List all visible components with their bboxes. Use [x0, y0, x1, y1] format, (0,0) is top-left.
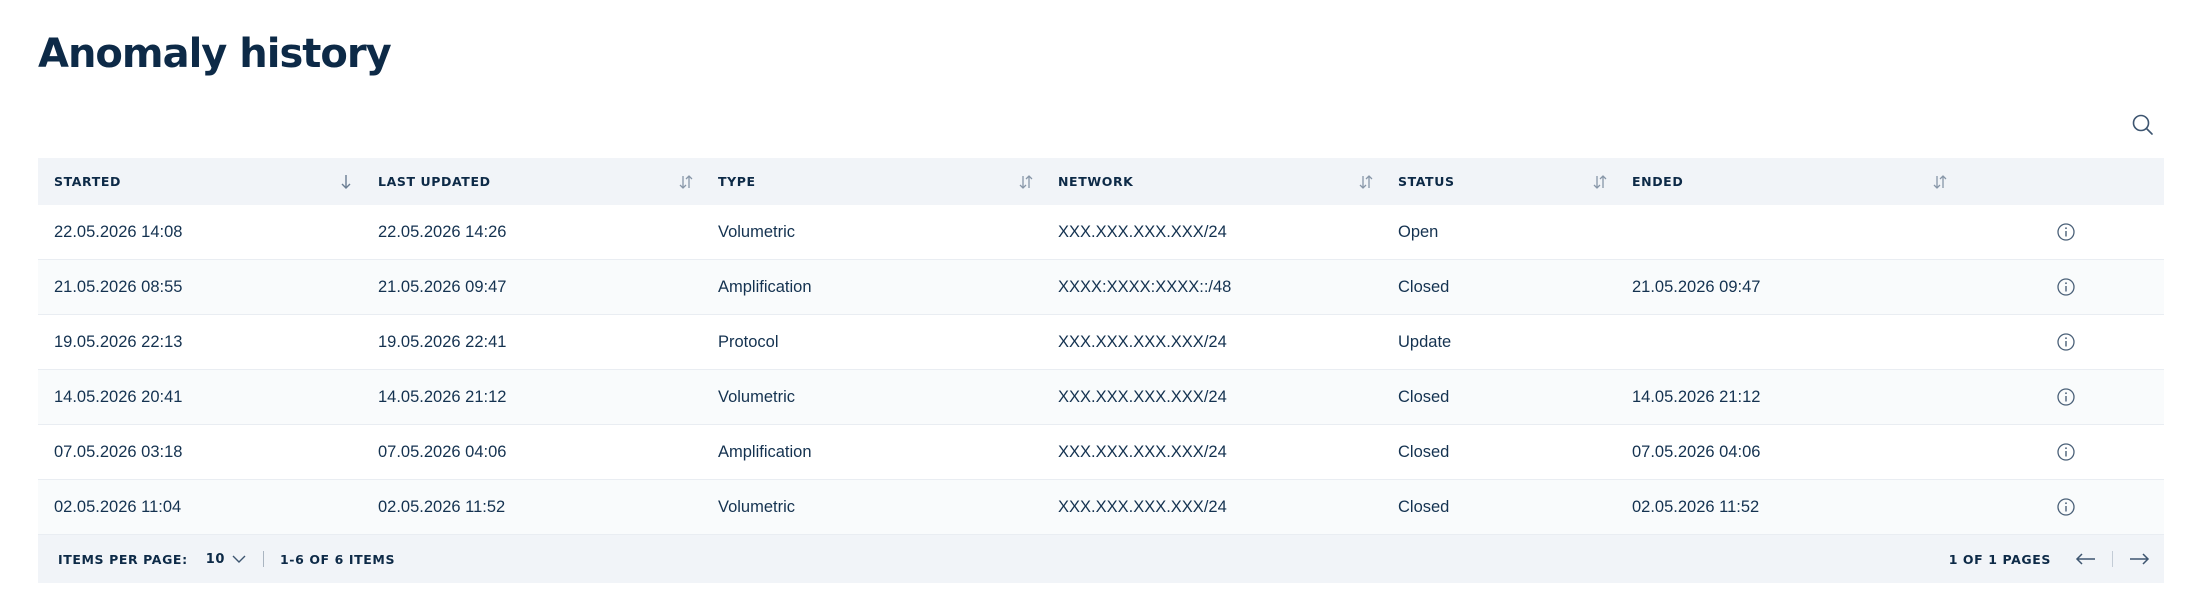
- page-info: 1 OF 1 PAGES: [1948, 551, 2051, 567]
- items-per-page-label: ITEMS PER PAGE:: [58, 551, 188, 567]
- column-header-type[interactable]: TYPE: [702, 158, 1042, 205]
- table-row[interactable]: 02.05.2026 11:04 02.05.2026 11:52 Volume…: [38, 480, 2164, 535]
- search-button[interactable]: [2128, 110, 2158, 140]
- cell-type: Amplification: [718, 442, 812, 461]
- cell-actions: [1956, 497, 2164, 517]
- chevron-down-icon: [232, 555, 246, 563]
- anomaly-history-page: Anomaly history STARTED LAST UPDATED TYP…: [0, 0, 2200, 610]
- cell-last-updated: 07.05.2026 04:06: [378, 442, 507, 461]
- cell-started: 21.05.2026 08:55: [54, 277, 183, 296]
- cell-actions: [1956, 442, 2164, 462]
- cell-network: XXX.XXX.XXX.XXX/24: [1058, 497, 1227, 516]
- cell-type: Volumetric: [718, 387, 796, 406]
- cell-actions: [1956, 387, 2164, 407]
- cell-actions: [1956, 277, 2164, 297]
- cell-network: XXX.XXX.XXX.XXX/24: [1058, 222, 1227, 241]
- cell-started: 19.05.2026 22:13: [54, 332, 183, 351]
- table-row[interactable]: 19.05.2026 22:13 19.05.2026 22:41 Protoc…: [38, 315, 2164, 370]
- table-row[interactable]: 14.05.2026 20:41 14.05.2026 21:12 Volume…: [38, 370, 2164, 425]
- cell-started: 14.05.2026 20:41: [54, 387, 183, 406]
- cell-actions: [1956, 222, 2164, 242]
- sort-desc-icon: [341, 175, 351, 189]
- table-row[interactable]: 07.05.2026 03:18 07.05.2026 04:06 Amplif…: [38, 425, 2164, 480]
- column-header-label: STATUS: [1398, 174, 1455, 189]
- column-header-label: STARTED: [54, 174, 121, 189]
- cell-status: Closed: [1398, 442, 1450, 461]
- items-per-page-value: 10: [205, 551, 225, 567]
- info-icon[interactable]: [2056, 332, 2076, 352]
- sort-icon: [1359, 175, 1373, 189]
- column-header-label: ENDED: [1632, 174, 1684, 189]
- divider: [2112, 551, 2113, 567]
- cell-status: Open: [1398, 222, 1439, 241]
- cell-type: Volumetric: [718, 497, 796, 516]
- cell-type: Protocol: [718, 332, 779, 351]
- page-title: Anomaly history: [38, 31, 392, 77]
- items-range: 1-6 OF 6 ITEMS: [279, 551, 396, 567]
- cell-type: Volumetric: [718, 222, 796, 241]
- cell-started: 22.05.2026 14:08: [54, 222, 183, 241]
- cell-status: Update: [1398, 332, 1452, 351]
- table-header: STARTED LAST UPDATED TYPE NETWORK STATUS…: [38, 158, 2164, 205]
- column-header-label: NETWORK: [1058, 174, 1134, 189]
- sort-icon: [1933, 175, 1947, 189]
- cell-type: Amplification: [718, 277, 812, 296]
- cell-last-updated: 22.05.2026 14:26: [378, 222, 507, 241]
- cell-network: XXXX:XXXX:XXXX::/48: [1058, 277, 1232, 296]
- table-row[interactable]: 22.05.2026 14:08 22.05.2026 14:26 Volume…: [38, 205, 2164, 260]
- info-icon[interactable]: [2056, 387, 2076, 407]
- sort-icon: [679, 175, 693, 189]
- column-header-actions: [1956, 158, 2164, 205]
- search-icon: [2132, 114, 2153, 135]
- cell-status: Closed: [1398, 497, 1450, 516]
- cell-ended: 02.05.2026 11:52: [1632, 497, 1760, 516]
- items-per-page-select[interactable]: 10: [206, 552, 247, 567]
- cell-last-updated: 19.05.2026 22:41: [378, 332, 507, 351]
- cell-ended: 21.05.2026 09:47: [1632, 277, 1761, 296]
- cell-started: 02.05.2026 11:04: [54, 497, 182, 516]
- column-header-started[interactable]: STARTED: [38, 158, 362, 205]
- cell-network: XXX.XXX.XXX.XXX/24: [1058, 387, 1227, 406]
- cell-network: XXX.XXX.XXX.XXX/24: [1058, 332, 1227, 351]
- sort-icon: [1019, 175, 1033, 189]
- cell-status: Closed: [1398, 387, 1450, 406]
- column-header-status[interactable]: STATUS: [1382, 158, 1616, 205]
- divider: [262, 551, 264, 567]
- anomaly-table: STARTED LAST UPDATED TYPE NETWORK STATUS…: [38, 158, 2164, 583]
- column-header-label: TYPE: [718, 174, 756, 189]
- sort-icon: [1593, 175, 1607, 189]
- cell-started: 07.05.2026 03:18: [54, 442, 183, 461]
- cell-network: XXX.XXX.XXX.XXX/24: [1058, 442, 1227, 461]
- pagination-bar: ITEMS PER PAGE: 10 1-6 OF 6 ITEMS 1 OF 1…: [38, 535, 2164, 583]
- info-icon[interactable]: [2056, 222, 2076, 242]
- cell-last-updated: 21.05.2026 09:47: [378, 277, 507, 296]
- cell-last-updated: 02.05.2026 11:52: [378, 497, 506, 516]
- cell-ended: 07.05.2026 04:06: [1632, 442, 1761, 461]
- column-header-last-updated[interactable]: LAST UPDATED: [362, 158, 702, 205]
- table-body: 22.05.2026 14:08 22.05.2026 14:26 Volume…: [38, 205, 2164, 535]
- info-icon[interactable]: [2056, 277, 2076, 297]
- column-header-label: LAST UPDATED: [378, 174, 491, 189]
- cell-ended: 14.05.2026 21:12: [1632, 387, 1761, 406]
- column-header-ended[interactable]: ENDED: [1616, 158, 1956, 205]
- cell-status: Closed: [1398, 277, 1450, 296]
- arrow-left-icon[interactable]: [2075, 552, 2097, 566]
- column-header-network[interactable]: NETWORK: [1042, 158, 1382, 205]
- arrow-right-icon[interactable]: [2128, 552, 2150, 566]
- cell-last-updated: 14.05.2026 21:12: [378, 387, 507, 406]
- table-row[interactable]: 21.05.2026 08:55 21.05.2026 09:47 Amplif…: [38, 260, 2164, 315]
- info-icon[interactable]: [2056, 497, 2076, 517]
- info-icon[interactable]: [2056, 442, 2076, 462]
- cell-actions: [1956, 332, 2164, 352]
